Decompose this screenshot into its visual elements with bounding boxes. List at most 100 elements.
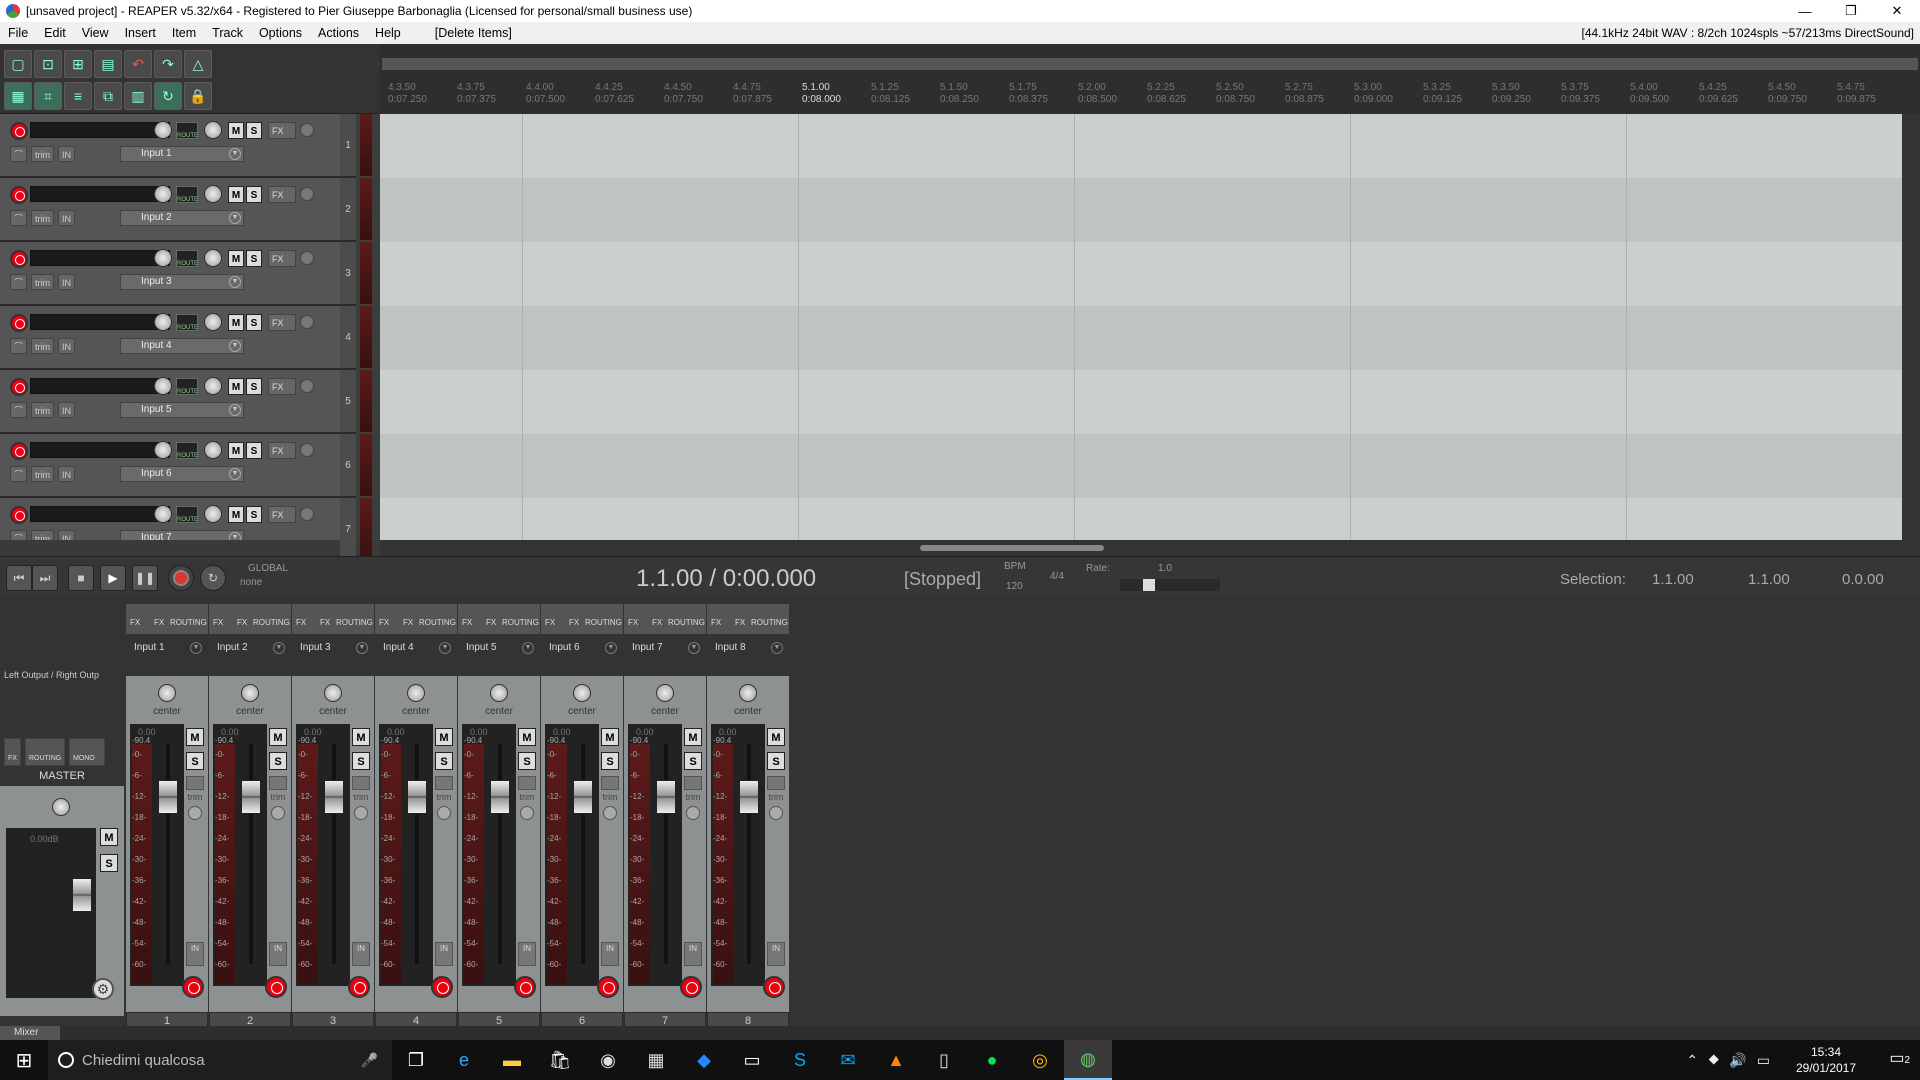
repeat-icon[interactable]: ↻	[200, 565, 226, 591]
record-arm-icon[interactable]	[182, 976, 204, 998]
input-monitor-button[interactable]: IN	[58, 466, 76, 482]
menu-delete-items[interactable]: [Delete Items]	[427, 26, 520, 40]
volume-fader[interactable]	[573, 780, 593, 814]
routing-button[interactable]: ROUTING	[751, 618, 788, 627]
solo-button[interactable]: S	[435, 752, 453, 770]
solo-button[interactable]: S	[246, 378, 262, 395]
track-row[interactable]: ROUTE M S FX ⌒ trim IN Input 1 ▼	[0, 114, 340, 178]
envelope-icon[interactable]	[269, 776, 287, 790]
volume-knob[interactable]	[154, 185, 172, 203]
fx-button[interactable]: FX	[296, 618, 306, 627]
track-lane[interactable]	[380, 114, 1902, 178]
pause-icon[interactable]: ❚❚	[132, 565, 158, 591]
track-lane[interactable]	[380, 242, 1902, 306]
mute-button[interactable]: M	[518, 728, 536, 746]
track-row[interactable]: ROUTE M S FX ⌒ trim IN Input 5 ▼	[0, 370, 340, 434]
fx-button[interactable]: FX	[213, 618, 223, 627]
volume-fader[interactable]	[324, 780, 344, 814]
fx-button[interactable]: FX	[268, 186, 296, 203]
volume-knob[interactable]	[154, 121, 172, 139]
dropbox-tray-icon[interactable]: ⯁	[1708, 1052, 1719, 1069]
network-icon[interactable]: ▭	[1757, 1052, 1770, 1069]
solo-button[interactable]: S	[246, 442, 262, 459]
lock-icon[interactable]: 🔒	[184, 82, 212, 110]
trim-button[interactable]: trim	[31, 530, 55, 540]
timeline-ruler[interactable]: 4.3.50 0:07.250 4.3.75 0:07.375 4.4.00 0:07.5…	[380, 44, 1920, 114]
record-arm-icon[interactable]	[348, 976, 370, 998]
record-arm-icon[interactable]	[10, 506, 28, 524]
volume-knob[interactable]	[154, 505, 172, 523]
input-monitor-button[interactable]: IN	[58, 274, 76, 290]
track-name-field[interactable]	[30, 250, 170, 266]
mute-button[interactable]: M	[269, 728, 287, 746]
ruler-scrollbar[interactable]	[382, 58, 1918, 70]
master-output-label[interactable]: Left Output / Right Outp	[4, 670, 99, 680]
solo-button[interactable]: S	[246, 250, 262, 267]
mute-button[interactable]: M	[352, 728, 370, 746]
scroll-thumb[interactable]	[920, 545, 1104, 551]
mute-button[interactable]: M	[435, 728, 453, 746]
phase-icon[interactable]	[300, 123, 314, 137]
play-icon[interactable]: ▶	[100, 565, 126, 591]
strip-fx-area[interactable]: FX FX ROUTING	[375, 604, 457, 634]
record-arm-icon[interactable]	[514, 976, 536, 998]
input-monitor-button[interactable]: IN	[58, 146, 76, 162]
solo-button[interactable]: S	[269, 752, 287, 770]
solo-button[interactable]: S	[186, 752, 204, 770]
record-arm-icon[interactable]	[10, 314, 28, 332]
grid-icon[interactable]: ▦	[4, 82, 32, 110]
skype-icon[interactable]: S	[776, 1040, 824, 1080]
trim-button[interactable]: trim	[31, 466, 55, 482]
phase-icon[interactable]	[188, 806, 202, 820]
fx-button[interactable]: FX	[268, 442, 296, 459]
volume-knob[interactable]	[154, 313, 172, 331]
master-volume-readout[interactable]: 0.00dB	[30, 834, 59, 844]
fx-button[interactable]: FX	[130, 618, 140, 627]
solo-button[interactable]: S	[601, 752, 619, 770]
solo-button[interactable]: S	[246, 314, 262, 331]
gear-icon[interactable]: ⚙	[92, 978, 114, 1000]
input-monitor-button[interactable]: IN	[352, 942, 370, 966]
phase-icon[interactable]	[300, 507, 314, 521]
phase-icon[interactable]	[300, 187, 314, 201]
volume-fader[interactable]	[739, 780, 759, 814]
fx-button[interactable]: FX	[628, 618, 638, 627]
menu-edit[interactable]: Edit	[36, 26, 74, 40]
route-button[interactable]: ROUTE	[176, 186, 198, 203]
notification-center-icon[interactable]: ▭2	[1889, 1048, 1910, 1068]
envelope-icon[interactable]: ⌒	[10, 210, 28, 226]
strip-fx-area[interactable]: FX FX ROUTING	[707, 604, 789, 634]
envelope-icon[interactable]: ⌒	[10, 402, 28, 418]
fx-button[interactable]: FX	[379, 618, 389, 627]
fx-button[interactable]: FX	[268, 314, 296, 331]
selection-length[interactable]: 0.0.00	[1842, 571, 1884, 588]
rate-slider-handle[interactable]	[1143, 579, 1155, 591]
rate-slider[interactable]	[1120, 579, 1220, 591]
pan-knob[interactable]	[407, 684, 425, 702]
fx-button[interactable]: FX	[403, 618, 413, 627]
strip-input-select[interactable]: Input 4 ▼	[375, 640, 457, 656]
strip-fx-area[interactable]: FX FX ROUTING	[458, 604, 540, 634]
metronome-icon[interactable]: △	[184, 50, 212, 78]
record-arm-icon[interactable]	[10, 186, 28, 204]
mute-button[interactable]: M	[228, 378, 244, 395]
envelope-icon[interactable]	[186, 776, 204, 790]
vlc-icon[interactable]: ▲	[872, 1040, 920, 1080]
solo-button[interactable]: S	[767, 752, 785, 770]
record-arm-icon[interactable]	[10, 442, 28, 460]
trim-button[interactable]: trim	[31, 146, 55, 162]
fx-button[interactable]: FX	[545, 618, 555, 627]
envelope-icon[interactable]: ⌒	[10, 146, 28, 162]
solo-button[interactable]: S	[684, 752, 702, 770]
record-arm-icon[interactable]	[10, 122, 28, 140]
solo-button[interactable]: S	[246, 122, 262, 139]
record-input-select[interactable]: Input 3 ▼	[120, 274, 244, 290]
record-arm-icon[interactable]	[10, 378, 28, 396]
track-name-field[interactable]	[30, 442, 170, 458]
track-lane[interactable]	[380, 434, 1902, 498]
loop-icon[interactable]: ↻	[154, 82, 182, 110]
strip-fx-area[interactable]: FX FX ROUTING	[292, 604, 374, 634]
arrange-view[interactable]	[380, 114, 1902, 540]
reaper-taskbar-icon[interactable]: ◍	[1064, 1040, 1112, 1080]
input-monitor-button[interactable]: IN	[58, 402, 76, 418]
